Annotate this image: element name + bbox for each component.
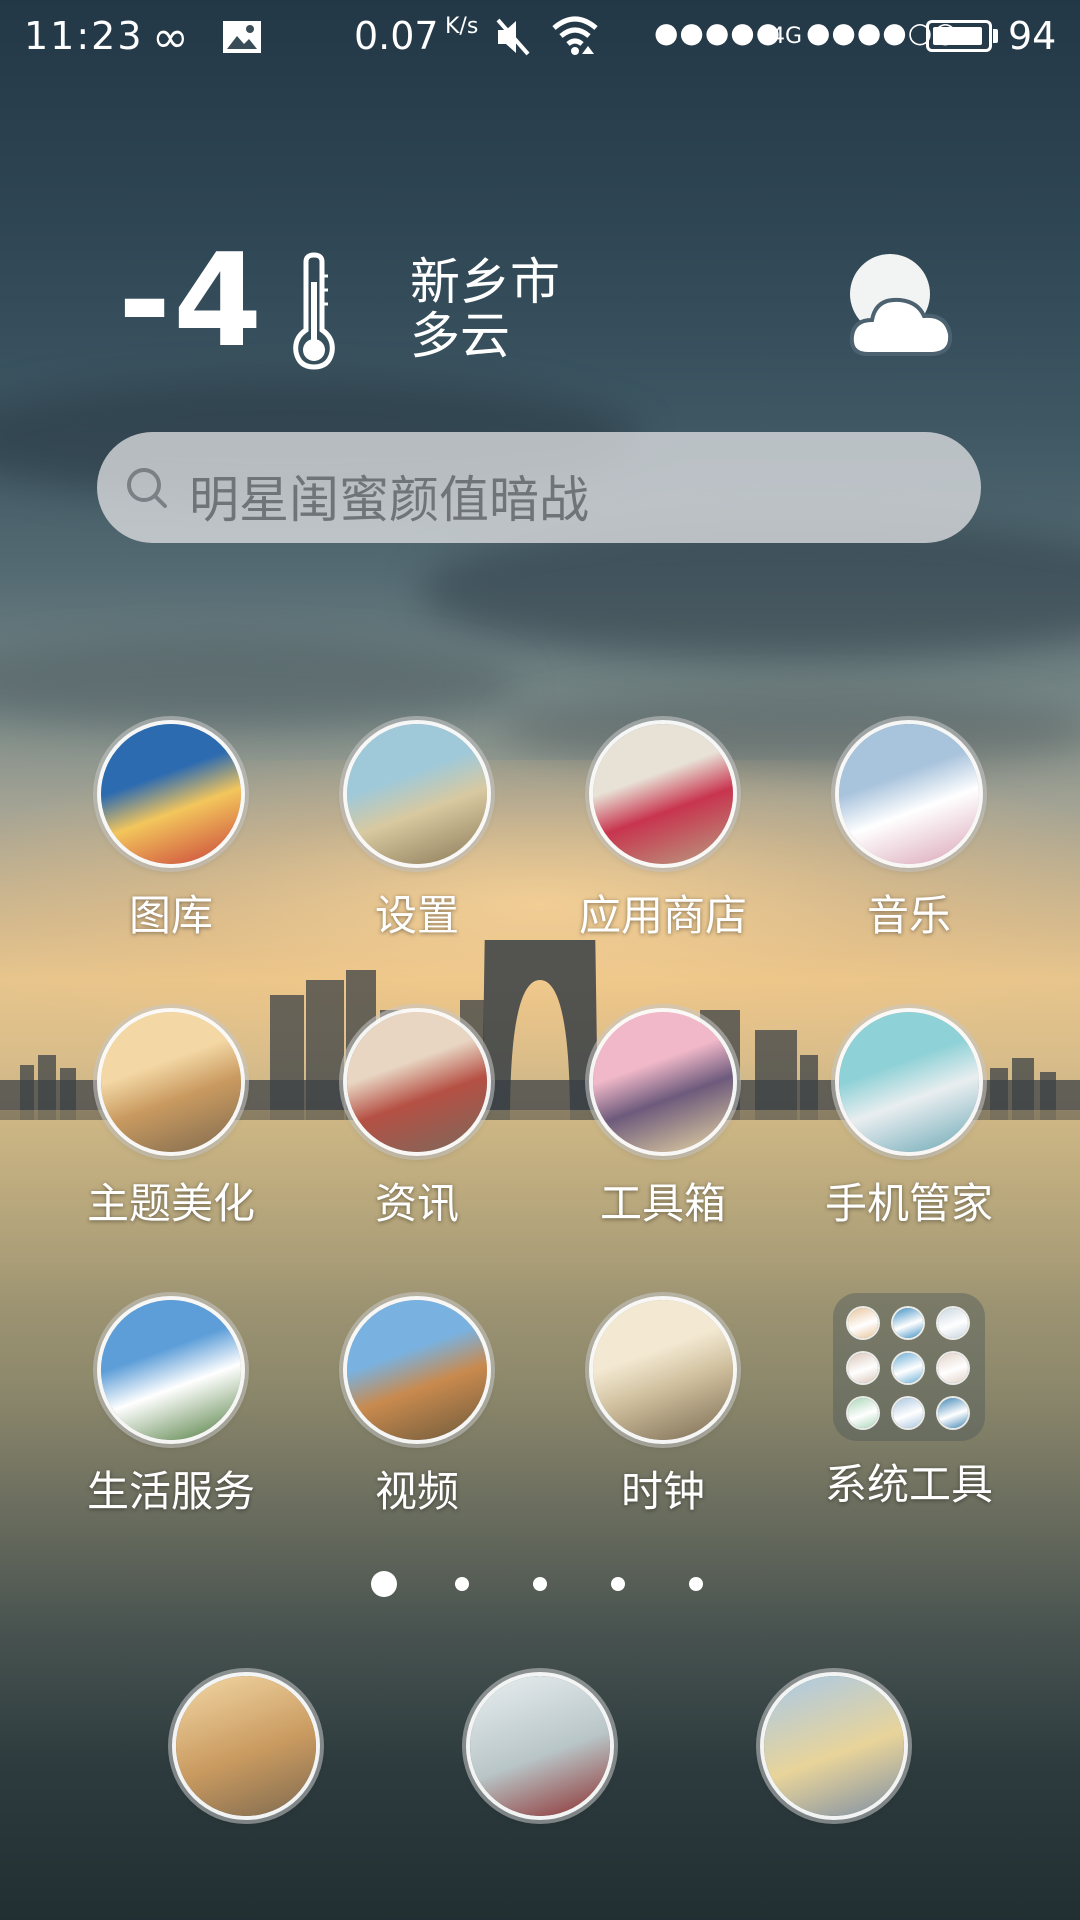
app-label: 工具箱: [599, 1179, 726, 1228]
app-label: 音乐: [866, 891, 951, 940]
temperature: -4: [118, 227, 265, 376]
folder-label: 系统工具: [824, 1460, 993, 1509]
app-label: 手机管家: [824, 1179, 993, 1228]
picture-icon: [223, 21, 261, 53]
page-dot[interactable]: [689, 1577, 703, 1591]
app-news[interactable]: 资讯: [294, 1012, 540, 1228]
battery-icon: [926, 20, 992, 52]
dock-city-icon[interactable]: [176, 1676, 316, 1816]
app-toolbox[interactable]: 工具箱: [540, 1012, 786, 1228]
gallery-icon: [101, 724, 241, 864]
music-icon: [839, 724, 979, 864]
page-dot-active[interactable]: [371, 1571, 397, 1597]
weather-condition: 多云: [410, 307, 510, 365]
sim1-signal: ●●●●●: [654, 16, 782, 49]
net-speed-unit: K/s: [445, 14, 479, 39]
app-label: 资讯: [374, 1179, 459, 1228]
net-speed: 0.07: [354, 14, 439, 58]
app-label: 视频: [374, 1467, 459, 1516]
app-label: 主题美化: [86, 1179, 255, 1228]
folder-mini-app-icon: [893, 1398, 923, 1428]
infinity-icon: ∞: [152, 12, 189, 63]
app-life-service[interactable]: 生活服务: [48, 1300, 294, 1516]
app-store-icon: [593, 724, 733, 864]
page-dot[interactable]: [455, 1577, 469, 1591]
life-service-icon: [101, 1300, 241, 1440]
status-bar: 11:23 ∞ 0.07 K/s ●●●●● 4G ●●●●○○ 94: [0, 0, 1080, 76]
folder-mini-app-icon: [848, 1308, 878, 1338]
battery-tip: [993, 29, 998, 43]
settings-icon: [347, 724, 487, 864]
app-theme[interactable]: 主题美化: [48, 1012, 294, 1228]
folder-system-tools[interactable]: 系统工具: [786, 1293, 1032, 1509]
weather-city: 新乡市: [410, 253, 560, 311]
app-label: 图库: [128, 891, 213, 940]
search-placeholder: 明星闺蜜颜值暗战: [189, 471, 589, 529]
app-settings[interactable]: 设置: [294, 724, 540, 940]
clock-icon: [593, 1300, 733, 1440]
theme-icon: [101, 1012, 241, 1152]
folder-mini-app-icon: [893, 1353, 923, 1383]
search-icon: [127, 468, 167, 508]
dock-bridge-icon[interactable]: [764, 1676, 904, 1816]
folder-mini-app-icon: [848, 1353, 878, 1383]
news-icon: [347, 1012, 487, 1152]
video-icon: [347, 1300, 487, 1440]
app-label: 应用商店: [578, 891, 747, 940]
page-dot[interactable]: [533, 1577, 547, 1591]
toolbox-icon: [593, 1012, 733, 1152]
dock-building-icon[interactable]: [470, 1676, 610, 1816]
phone-manager-icon: [839, 1012, 979, 1152]
app-label: 生活服务: [86, 1467, 255, 1516]
folder-mini-app-icon: [893, 1308, 923, 1338]
thermometer-icon: [293, 252, 335, 370]
app-label: 时钟: [620, 1467, 705, 1516]
app-music[interactable]: 音乐: [786, 724, 1032, 940]
folder-mini-app-icon: [938, 1308, 968, 1338]
network-type: 4G: [771, 24, 803, 49]
wifi-icon: [552, 16, 598, 55]
folder-mini-app-icon: [938, 1353, 968, 1383]
folder-mini-app-icon: [848, 1398, 878, 1428]
page-dot[interactable]: [611, 1577, 625, 1591]
search-bar[interactable]: 明星闺蜜颜值暗战: [97, 432, 981, 543]
app-gallery[interactable]: 图库: [48, 724, 294, 940]
app-phone-manager[interactable]: 手机管家: [786, 1012, 1032, 1228]
app-clock[interactable]: 时钟: [540, 1300, 786, 1516]
mute-icon: [496, 18, 530, 56]
app-label: 设置: [374, 891, 459, 940]
folder-icon: [833, 1293, 985, 1441]
partly-cloudy-icon: [849, 254, 953, 356]
battery-level: 94: [1008, 14, 1057, 58]
app-app-store[interactable]: 应用商店: [540, 724, 786, 940]
folder-mini-app-icon: [938, 1398, 968, 1428]
status-time: 11:23: [24, 14, 144, 58]
app-video[interactable]: 视频: [294, 1300, 540, 1516]
